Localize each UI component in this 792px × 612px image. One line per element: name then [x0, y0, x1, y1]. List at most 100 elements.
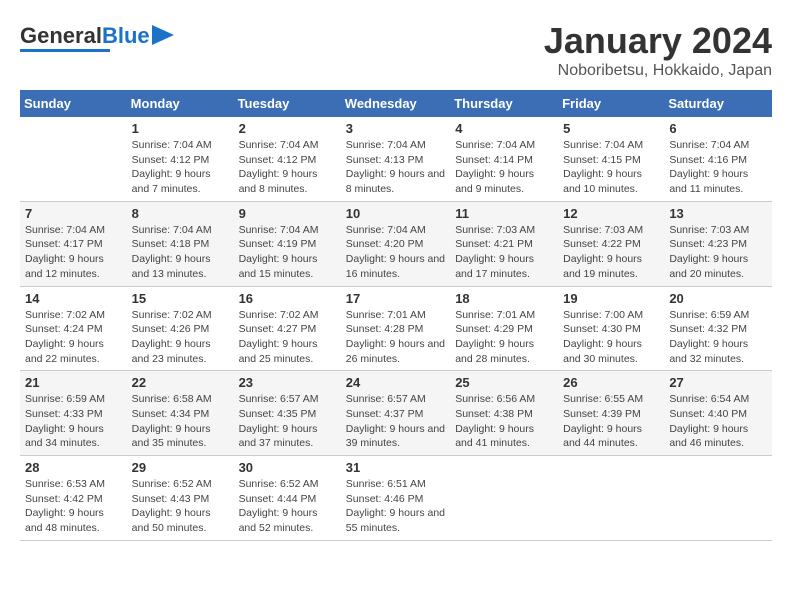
cell-sunrise: Sunrise: 7:04 AM: [132, 224, 212, 236]
cell-daylight: Daylight: 9 hours and 9 minutes.: [455, 168, 534, 195]
cell-sunset: Sunset: 4:20 PM: [346, 238, 424, 250]
calendar-cell: 6 Sunrise: 7:04 AM Sunset: 4:16 PM Dayli…: [664, 117, 772, 201]
calendar-cell: 31 Sunrise: 6:51 AM Sunset: 4:46 PM Dayl…: [341, 456, 450, 541]
cell-sunrise: Sunrise: 7:04 AM: [455, 139, 535, 151]
day-number: 2: [239, 121, 336, 136]
calendar-cell: 12 Sunrise: 7:03 AM Sunset: 4:22 PM Dayl…: [558, 201, 664, 286]
calendar-week-row: 21 Sunrise: 6:59 AM Sunset: 4:33 PM Dayl…: [20, 371, 772, 456]
calendar-cell: 8 Sunrise: 7:04 AM Sunset: 4:18 PM Dayli…: [127, 201, 234, 286]
cell-sunrise: Sunrise: 7:04 AM: [669, 139, 749, 151]
calendar-cell: 10 Sunrise: 7:04 AM Sunset: 4:20 PM Dayl…: [341, 201, 450, 286]
cell-sunset: Sunset: 4:18 PM: [132, 238, 210, 250]
cell-sunrise: Sunrise: 7:04 AM: [239, 224, 319, 236]
cell-sunset: Sunset: 4:39 PM: [563, 408, 641, 420]
cell-daylight: Daylight: 9 hours and 55 minutes.: [346, 507, 445, 534]
calendar-cell: 24 Sunrise: 6:57 AM Sunset: 4:37 PM Dayl…: [341, 371, 450, 456]
cell-sunset: Sunset: 4:28 PM: [346, 323, 424, 335]
cell-daylight: Daylight: 9 hours and 39 minutes.: [346, 423, 445, 450]
cell-daylight: Daylight: 9 hours and 37 minutes.: [239, 423, 318, 450]
header-thursday: Thursday: [450, 90, 558, 117]
calendar-header-row: Sunday Monday Tuesday Wednesday Thursday…: [20, 90, 772, 117]
calendar-table: Sunday Monday Tuesday Wednesday Thursday…: [20, 90, 772, 541]
calendar-week-row: 1 Sunrise: 7:04 AM Sunset: 4:12 PM Dayli…: [20, 117, 772, 201]
cell-daylight: Daylight: 9 hours and 8 minutes.: [346, 168, 445, 195]
cell-sunrise: Sunrise: 7:04 AM: [25, 224, 105, 236]
calendar-cell: 17 Sunrise: 7:01 AM Sunset: 4:28 PM Dayl…: [341, 286, 450, 371]
cell-sunset: Sunset: 4:23 PM: [669, 238, 747, 250]
header-saturday: Saturday: [664, 90, 772, 117]
cell-sunrise: Sunrise: 7:02 AM: [239, 309, 319, 321]
day-number: 1: [132, 121, 229, 136]
calendar-cell: [20, 117, 127, 201]
calendar-cell: 29 Sunrise: 6:52 AM Sunset: 4:43 PM Dayl…: [127, 456, 234, 541]
logo-arrow-icon: [152, 25, 174, 45]
cell-sunset: Sunset: 4:43 PM: [132, 493, 210, 505]
cell-sunset: Sunset: 4:34 PM: [132, 408, 210, 420]
calendar-cell: 1 Sunrise: 7:04 AM Sunset: 4:12 PM Dayli…: [127, 117, 234, 201]
calendar-cell: 2 Sunrise: 7:04 AM Sunset: 4:12 PM Dayli…: [234, 117, 341, 201]
calendar-cell: 9 Sunrise: 7:04 AM Sunset: 4:19 PM Dayli…: [234, 201, 341, 286]
day-number: 21: [25, 375, 122, 390]
cell-sunrise: Sunrise: 6:57 AM: [346, 393, 426, 405]
day-number: 9: [239, 206, 336, 221]
cell-daylight: Daylight: 9 hours and 28 minutes.: [455, 338, 534, 365]
cell-sunset: Sunset: 4:22 PM: [563, 238, 641, 250]
cell-sunset: Sunset: 4:21 PM: [455, 238, 533, 250]
day-number: 4: [455, 121, 553, 136]
calendar-cell: 27 Sunrise: 6:54 AM Sunset: 4:40 PM Dayl…: [664, 371, 772, 456]
day-number: 13: [669, 206, 767, 221]
calendar-cell: 3 Sunrise: 7:04 AM Sunset: 4:13 PM Dayli…: [341, 117, 450, 201]
cell-sunset: Sunset: 4:14 PM: [455, 154, 533, 166]
cell-daylight: Daylight: 9 hours and 48 minutes.: [25, 507, 104, 534]
calendar-cell: 16 Sunrise: 7:02 AM Sunset: 4:27 PM Dayl…: [234, 286, 341, 371]
day-number: 15: [132, 291, 229, 306]
day-number: 30: [239, 460, 336, 475]
cell-daylight: Daylight: 9 hours and 32 minutes.: [669, 338, 748, 365]
header-sunday: Sunday: [20, 90, 127, 117]
cell-sunrise: Sunrise: 7:03 AM: [563, 224, 643, 236]
day-number: 25: [455, 375, 553, 390]
calendar-cell: 14 Sunrise: 7:02 AM Sunset: 4:24 PM Dayl…: [20, 286, 127, 371]
cell-daylight: Daylight: 9 hours and 22 minutes.: [25, 338, 104, 365]
calendar-cell: 19 Sunrise: 7:00 AM Sunset: 4:30 PM Dayl…: [558, 286, 664, 371]
calendar-cell: 21 Sunrise: 6:59 AM Sunset: 4:33 PM Dayl…: [20, 371, 127, 456]
title-area: January 2024 Noboribetsu, Hokkaido, Japa…: [544, 20, 772, 80]
header-friday: Friday: [558, 90, 664, 117]
cell-sunrise: Sunrise: 7:03 AM: [669, 224, 749, 236]
cell-daylight: Daylight: 9 hours and 19 minutes.: [563, 253, 642, 280]
calendar-cell: 28 Sunrise: 6:53 AM Sunset: 4:42 PM Dayl…: [20, 456, 127, 541]
cell-sunrise: Sunrise: 7:02 AM: [132, 309, 212, 321]
cell-sunset: Sunset: 4:40 PM: [669, 408, 747, 420]
day-number: 28: [25, 460, 122, 475]
cell-sunset: Sunset: 4:46 PM: [346, 493, 424, 505]
day-number: 22: [132, 375, 229, 390]
cell-sunset: Sunset: 4:42 PM: [25, 493, 103, 505]
cell-sunset: Sunset: 4:37 PM: [346, 408, 424, 420]
cell-sunrise: Sunrise: 6:53 AM: [25, 478, 105, 490]
cell-sunrise: Sunrise: 6:51 AM: [346, 478, 426, 490]
cell-daylight: Daylight: 9 hours and 12 minutes.: [25, 253, 104, 280]
cell-sunset: Sunset: 4:44 PM: [239, 493, 317, 505]
day-number: 16: [239, 291, 336, 306]
calendar-cell: 4 Sunrise: 7:04 AM Sunset: 4:14 PM Dayli…: [450, 117, 558, 201]
cell-daylight: Daylight: 9 hours and 11 minutes.: [669, 168, 748, 195]
cell-daylight: Daylight: 9 hours and 15 minutes.: [239, 253, 318, 280]
day-number: 18: [455, 291, 553, 306]
cell-sunrise: Sunrise: 7:01 AM: [346, 309, 426, 321]
cell-sunrise: Sunrise: 6:57 AM: [239, 393, 319, 405]
calendar-cell: 25 Sunrise: 6:56 AM Sunset: 4:38 PM Dayl…: [450, 371, 558, 456]
calendar-cell: [664, 456, 772, 541]
calendar-cell: 30 Sunrise: 6:52 AM Sunset: 4:44 PM Dayl…: [234, 456, 341, 541]
day-number: 23: [239, 375, 336, 390]
calendar-cell: 15 Sunrise: 7:02 AM Sunset: 4:26 PM Dayl…: [127, 286, 234, 371]
day-number: 3: [346, 121, 445, 136]
calendar-week-row: 7 Sunrise: 7:04 AM Sunset: 4:17 PM Dayli…: [20, 201, 772, 286]
logo: GeneralBlue: [20, 25, 174, 52]
day-number: 17: [346, 291, 445, 306]
cell-sunset: Sunset: 4:27 PM: [239, 323, 317, 335]
cell-daylight: Daylight: 9 hours and 52 minutes.: [239, 507, 318, 534]
cell-daylight: Daylight: 9 hours and 20 minutes.: [669, 253, 748, 280]
cell-daylight: Daylight: 9 hours and 16 minutes.: [346, 253, 445, 280]
day-number: 6: [669, 121, 767, 136]
day-number: 29: [132, 460, 229, 475]
